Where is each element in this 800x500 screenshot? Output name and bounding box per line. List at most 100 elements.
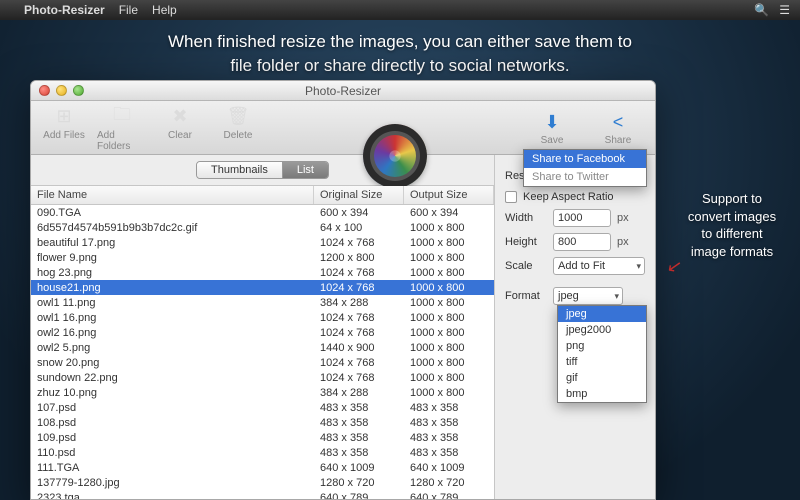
table-header: File Name Original Size Output Size [31,186,494,205]
menubar-app-name[interactable]: Photo-Resizer [24,3,105,17]
cell-file-name: 107.psd [31,400,314,415]
share-button[interactable]: < Share Share to Facebook Share to Twitt… [593,109,643,146]
tab-thumbnails[interactable]: Thumbnails [197,162,283,178]
format-option[interactable]: tiff [558,354,646,370]
add-files-button[interactable]: ⊞ Add Files [39,104,89,152]
tab-list[interactable]: List [283,162,328,178]
table-row[interactable]: zhuz 10.png384 x 2881000 x 800 [31,385,494,400]
menu-icon[interactable]: ☰ [779,3,790,17]
table-row[interactable]: 6d557d4574b591b9b3b7dc2c.gif64 x 1001000… [31,220,494,235]
share-icon: < [605,109,631,135]
menubar-help[interactable]: Help [152,3,177,17]
share-label: Share [605,135,632,146]
col-original-size[interactable]: Original Size [314,186,404,204]
table-row[interactable]: 107.psd483 x 358483 x 358 [31,400,494,415]
cell-file-name: owl1 16.png [31,310,314,325]
table-row[interactable]: house21.png1024 x 7681000 x 800 [31,280,494,295]
scale-select[interactable]: Add to Fit [553,257,645,275]
cell-file-name: sundown 22.png [31,370,314,385]
cell-file-name: 090.TGA [31,205,314,220]
delete-button[interactable]: 🗑 Delete [213,104,263,152]
format-option[interactable]: jpeg [558,306,646,322]
overlay-line2: file folder or share directly to social … [0,54,800,78]
share-menu: Share to Facebook Share to Twitter [523,149,647,187]
cell-original-size: 1024 x 768 [314,370,404,385]
table-row[interactable]: flower 9.png1200 x 8001000 x 800 [31,250,494,265]
width-input[interactable]: 1000 [553,209,611,227]
table-row[interactable]: 2323.tga640 x 789640 x 789 [31,490,494,499]
menubar-file[interactable]: File [119,3,138,17]
height-input[interactable]: 800 [553,233,611,251]
cell-file-name: hog 23.png [31,265,314,280]
cell-output-size: 1000 x 800 [404,385,494,400]
add-folders-button[interactable]: 🗀 Add Folders [97,104,147,152]
cell-output-size: 1000 x 800 [404,370,494,385]
table-row[interactable]: hog 23.png1024 x 7681000 x 800 [31,265,494,280]
cell-file-name: owl2 5.png [31,340,314,355]
file-table[interactable]: File Name Original Size Output Size 090.… [31,185,494,499]
table-row[interactable]: 108.psd483 x 358483 x 358 [31,415,494,430]
cell-file-name: beautiful 17.png [31,235,314,250]
keep-aspect-label: Keep Aspect Ratio [523,191,614,203]
col-output-size[interactable]: Output Size [404,186,494,204]
col-file-name[interactable]: File Name [31,186,314,204]
cell-original-size: 1280 x 720 [314,475,404,490]
format-option[interactable]: png [558,338,646,354]
table-row[interactable]: owl1 16.png1024 x 7681000 x 800 [31,310,494,325]
clear-button[interactable]: ✖ Clear [155,104,205,152]
search-icon[interactable]: 🔍 [754,3,769,17]
cell-original-size: 640 x 789 [314,490,404,499]
camera-lens-icon [363,124,427,188]
table-row[interactable]: 109.psd483 x 358483 x 358 [31,430,494,445]
download-icon: ⬇ [539,109,565,135]
save-label: Save [541,135,564,146]
cell-file-name: owl2 16.png [31,325,314,340]
share-twitter-item[interactable]: Share to Twitter [524,168,646,186]
table-row[interactable]: 111.TGA640 x 1009640 x 1009 [31,460,494,475]
save-button[interactable]: ⬇ Save [527,109,577,146]
clear-label: Clear [168,130,192,141]
format-select[interactable]: jpeg [553,287,623,305]
cell-original-size: 483 x 358 [314,445,404,460]
format-option[interactable]: bmp [558,386,646,402]
table-row[interactable]: beautiful 17.png1024 x 7681000 x 800 [31,235,494,250]
cell-original-size: 483 x 358 [314,415,404,430]
table-row[interactable]: owl2 16.png1024 x 7681000 x 800 [31,325,494,340]
cell-output-size: 1000 x 800 [404,280,494,295]
cell-output-size: 1000 x 800 [404,265,494,280]
cell-original-size: 1024 x 768 [314,265,404,280]
cell-output-size: 483 x 358 [404,400,494,415]
keep-aspect-checkbox[interactable] [505,191,517,203]
cell-original-size: 384 x 288 [314,295,404,310]
cell-output-size: 1000 x 800 [404,235,494,250]
cell-output-size: 1000 x 800 [404,340,494,355]
cell-original-size: 483 x 358 [314,430,404,445]
table-row[interactable]: 090.TGA600 x 394600 x 394 [31,205,494,220]
share-facebook-item[interactable]: Share to Facebook [524,150,646,168]
format-label: Format [505,290,547,302]
cell-original-size: 64 x 100 [314,220,404,235]
table-row[interactable]: sundown 22.png1024 x 7681000 x 800 [31,370,494,385]
table-row[interactable]: 110.psd483 x 358483 x 358 [31,445,494,460]
cell-output-size: 1000 x 800 [404,355,494,370]
cell-original-size: 1200 x 800 [314,250,404,265]
add-folders-label: Add Folders [97,130,147,152]
table-row[interactable]: owl1 11.png384 x 2881000 x 800 [31,295,494,310]
cell-output-size: 1000 x 800 [404,220,494,235]
clear-icon: ✖ [167,104,193,130]
format-option[interactable]: jpeg2000 [558,322,646,338]
width-unit: px [617,212,629,224]
format-dropdown: jpegjpeg2000pngtiffgifbmp [557,305,647,403]
table-row[interactable]: snow 20.png1024 x 7681000 x 800 [31,355,494,370]
resize-panel: Resize Customize Keep Aspect Ratio Width… [495,155,655,499]
cell-original-size: 1024 x 768 [314,355,404,370]
cell-file-name: 2323.tga [31,490,314,499]
cell-original-size: 1440 x 900 [314,340,404,355]
cell-output-size: 1000 x 800 [404,325,494,340]
cell-output-size: 1000 x 800 [404,295,494,310]
table-row[interactable]: 137779-1280.jpg1280 x 7201280 x 720 [31,475,494,490]
format-option[interactable]: gif [558,370,646,386]
cell-file-name: flower 9.png [31,250,314,265]
table-row[interactable]: owl2 5.png1440 x 9001000 x 800 [31,340,494,355]
height-unit: px [617,236,629,248]
